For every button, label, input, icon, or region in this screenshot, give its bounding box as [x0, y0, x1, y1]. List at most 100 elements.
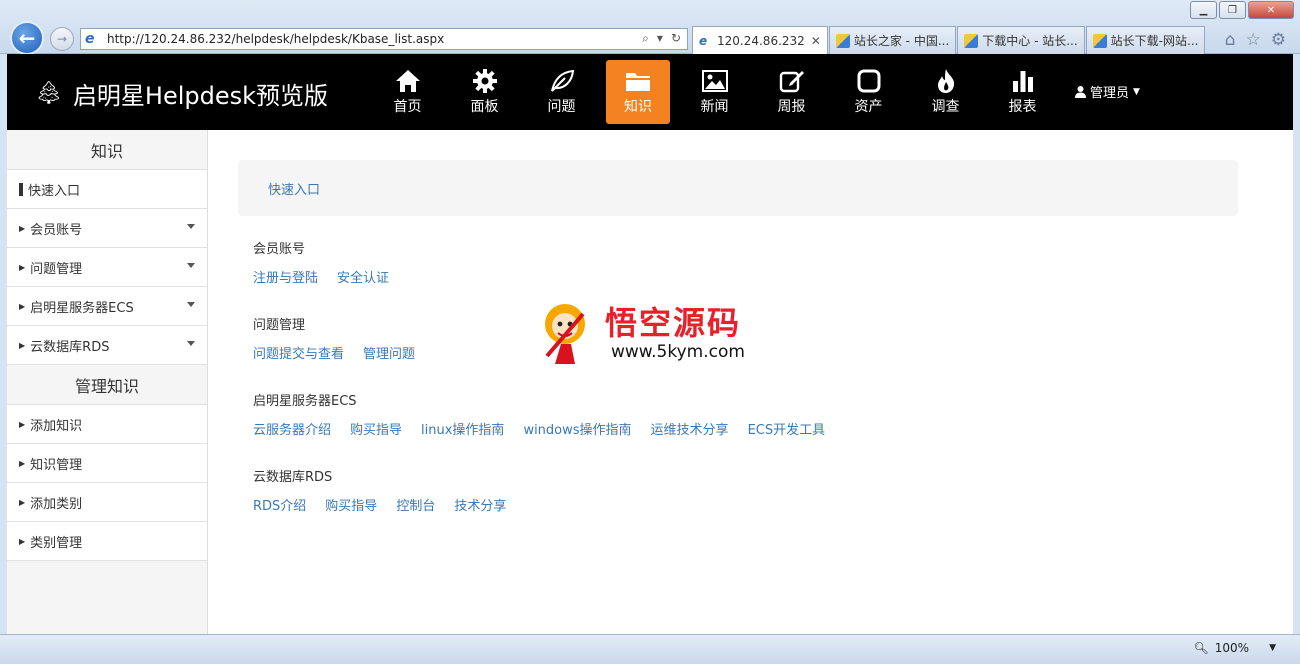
sidebar-item-label: 会员账号 [30, 222, 83, 238]
kb-link[interactable]: linux操作指南 [421, 419, 504, 438]
sidebar-item[interactable]: 快速入口 [7, 170, 207, 209]
nav-item-folder[interactable]: 知识 [606, 60, 670, 124]
site-favicon-icon [964, 33, 979, 48]
kb-link[interactable]: 问题提交与查看 [253, 343, 344, 362]
nav-item-label: 周报 [777, 99, 806, 115]
triangle-right-icon: ▶ [19, 340, 26, 350]
sidebar-item[interactable]: ▶ 知识管理 [7, 444, 207, 483]
browser-tab[interactable]: 站长之家 - 中国... [828, 26, 957, 54]
minimize-button[interactable]: ▁ [1190, 1, 1217, 19]
tab-strip: e 120.24.86.232 ✕ 站长之家 - 中国... 下载中心 - 站长... 站… [692, 26, 1206, 54]
caret-down-icon[interactable] [187, 341, 195, 346]
watermark-title: 悟空源码 [605, 304, 742, 342]
nav-item-edit[interactable]: 周报 [753, 60, 830, 124]
dropdown-icon[interactable]: ▾ [657, 31, 663, 46]
sidebar-item-label: 添加类别 [30, 496, 83, 512]
user-icon [1075, 85, 1086, 98]
kb-link[interactable]: 安全认证 [337, 267, 389, 286]
close-window-button[interactable]: ✕ [1248, 1, 1294, 19]
browser-tab[interactable]: 下载中心 - 站长... [957, 26, 1085, 54]
sidebar-item[interactable]: ▶ 会员账号 [7, 209, 207, 248]
kb-section: 启明星服务器ECS 云服务器介绍 购买指导 linux操作指南 windows操作指南 运… [253, 390, 1238, 438]
quick-entry-link[interactable]: 快速入口 [268, 179, 320, 198]
url-text[interactable]: http://120.24.86.232/helpdesk/helpdesk/K… [107, 32, 444, 46]
triangle-right-icon: ▶ [19, 497, 26, 507]
sidebar-item-label: 问题管理 [30, 261, 83, 277]
web-page: 🌲︎ 启明星Helpdesk预览版 首页 面板 问题 知识 新闻 周报 资产 调查 报表 管理员… [7, 54, 1293, 634]
home-icon [395, 68, 421, 94]
back-button[interactable]: ← [10, 21, 44, 55]
sidebar-item[interactable]: ▶ 添加知识 [7, 405, 207, 444]
kb-link[interactable]: 云服务器介绍 [253, 419, 331, 438]
triangle-right-icon: ▶ [19, 536, 26, 546]
browser-tab[interactable]: e 120.24.86.232 ✕ [692, 26, 828, 54]
kb-link[interactable]: 注册与登陆 [253, 267, 318, 286]
tab-label: 120.24.86.232 [717, 33, 805, 48]
address-bar[interactable]: e http://120.24.86.232/helpdesk/helpdesk… [80, 28, 688, 50]
kb-section-title: 会员账号 [253, 242, 306, 257]
nav-item-leaf[interactable]: 问题 [523, 60, 600, 124]
settings-gear-icon[interactable]: ⚙ [1271, 30, 1286, 50]
nav-item-gear[interactable]: 面板 [446, 60, 523, 124]
sidebar-heading-manage: 管理知识 [7, 365, 207, 405]
caret-down-icon[interactable] [187, 302, 195, 307]
site-favicon-icon [835, 33, 850, 48]
image-icon [701, 68, 728, 94]
sidebar-item[interactable]: ▶ 类别管理 [7, 522, 207, 561]
zoom-dropdown-icon[interactable]: ▼ [1269, 643, 1276, 653]
favorites-star-icon[interactable]: ☆ [1246, 30, 1261, 50]
nav-item-image[interactable]: 新闻 [676, 60, 753, 124]
sidebar-item[interactable]: ▶ 添加类别 [7, 483, 207, 522]
forward-button[interactable]: → [50, 27, 74, 51]
brand[interactable]: 🌲︎ 启明星Helpdesk预览版 [35, 76, 328, 111]
triangle-right-icon: ▶ [19, 458, 26, 468]
caret-down-icon[interactable] [187, 263, 195, 268]
zoom-control[interactable]: 🔍︎ 100% ▼ [1194, 641, 1276, 655]
kb-section-title: 启明星服务器ECS [253, 394, 357, 409]
user-menu[interactable]: 管理员 ▼ [1075, 82, 1140, 101]
kb-section-title: 云数据库RDS [253, 470, 333, 485]
triangle-right-icon: ▶ [19, 301, 26, 311]
browser-tab[interactable]: 站长下载-网站... [1085, 26, 1206, 54]
kb-link[interactable]: 购买指导 [350, 419, 402, 438]
kb-link[interactable]: 管理问题 [363, 343, 415, 362]
sidebar-item[interactable]: ▶ 问题管理 [7, 248, 207, 287]
sidebar-item[interactable]: ▶ 启明星服务器ECS [7, 287, 207, 326]
sidebar-item[interactable]: ▶ 云数据库RDS [7, 326, 207, 365]
caret-down-icon[interactable] [187, 224, 195, 229]
kb-link[interactable]: RDS介绍 [253, 495, 306, 514]
tab-label: 站长之家 - 中国... [853, 34, 950, 48]
nav-item-label: 首页 [393, 99, 422, 115]
maximize-button[interactable]: ❐ [1219, 1, 1246, 19]
nav-item-label: 知识 [624, 99, 652, 115]
search-icon[interactable]: ⌕ [642, 31, 649, 46]
browser-chrome: ▁ ❐ ✕ ← → e http://120.24.86.232/helpdes… [0, 0, 1300, 55]
sidebar-heading-knowledge: 知识 [7, 130, 207, 170]
nav-item-home[interactable]: 首页 [369, 60, 446, 124]
home-icon[interactable]: ⌂ [1225, 30, 1236, 50]
nav-item-square[interactable]: 资产 [830, 60, 907, 124]
fire-icon [935, 68, 957, 94]
watermark-url: www.5kym.com [611, 342, 745, 362]
kb-link[interactable]: 运维技术分享 [651, 419, 729, 438]
nav-item-label: 新闻 [700, 99, 729, 115]
close-tab-icon[interactable]: ✕ [811, 34, 821, 48]
nav-item-fire[interactable]: 调查 [907, 60, 984, 124]
kb-link[interactable]: 控制台 [396, 495, 435, 514]
zoom-level: 100% [1214, 641, 1250, 655]
kb-section: 会员账号注册与登陆 安全认证 [253, 238, 1238, 286]
folder-icon [625, 68, 651, 94]
nav-item-label: 问题 [547, 99, 576, 115]
site-favicon-icon [1092, 33, 1107, 48]
kb-link[interactable]: ECS开发工具 [748, 419, 826, 438]
ie-icon: e [85, 31, 95, 47]
window-controls: ▁ ❐ ✕ [1190, 1, 1294, 19]
kb-link[interactable]: windows操作指南 [523, 419, 631, 438]
square-icon [857, 68, 881, 94]
nav-item-bar-chart[interactable]: 报表 [984, 60, 1061, 124]
kb-link[interactable]: 购买指导 [325, 495, 377, 514]
refresh-icon[interactable]: ↻ [671, 31, 681, 46]
ie-favicon-icon: e [699, 33, 708, 48]
kb-section: 云数据库RDS RDS介绍 购买指导 控制台 技术分享 [253, 466, 1238, 514]
kb-link[interactable]: 技术分享 [454, 495, 506, 514]
